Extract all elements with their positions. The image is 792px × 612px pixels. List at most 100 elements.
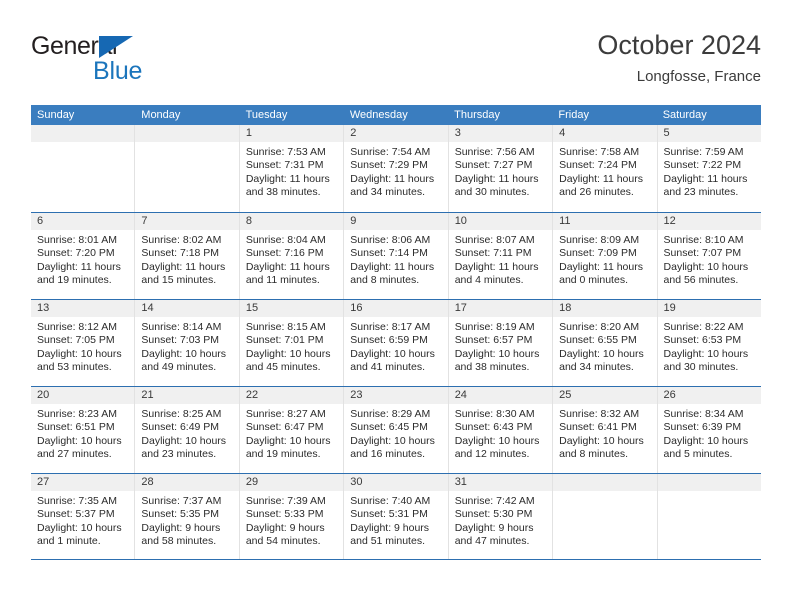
- calendar-day-cell[interactable]: 7 Sunrise: 8:02 AM Sunset: 7:18 PM Daylight…: [135, 213, 240, 299]
- sunrise-text: Sunrise: 8:06 AM: [350, 234, 431, 246]
- daylight-text: Daylight: 11 hours and 11 minutes.: [245, 260, 330, 287]
- calendar-day-cell[interactable]: 24 Sunrise: 8:30 AM Sunset: 6:43 PM Dayligh…: [448, 387, 554, 473]
- sunrise-text: Sunrise: 7:35 AM: [37, 495, 117, 507]
- sunrise-text: Sunrise: 8:04 AM: [245, 234, 326, 246]
- calendar-day-cell[interactable]: 14 Sunrise: 8:14 AM Sunset: 7:03 PM Dayligh…: [135, 300, 240, 386]
- calendar-day-cell[interactable]: 22 Sunrise: 8:27 AM Sunset: 6:47 PM Dayligh…: [239, 387, 345, 473]
- daylight-text: Daylight: 10 hours and 5 minutes.: [663, 434, 749, 461]
- sunset-text: Sunset: 6:57 PM: [454, 334, 533, 347]
- weekday-header-saturday: Saturday: [662, 109, 707, 121]
- sunrise-text: Sunrise: 8:30 AM: [454, 408, 535, 420]
- day-number: 23: [344, 387, 448, 404]
- calendar-day-cell[interactable]: 2 Sunrise: 7:54 AM Sunset: 7:29 PM Daylight…: [344, 125, 449, 212]
- sunset-text: Sunset: 5:37 PM: [37, 508, 115, 521]
- day-number: [657, 474, 761, 491]
- sunset-text: Sunset: 6:59 PM: [350, 334, 428, 347]
- sunrise-text: Sunrise: 8:02 AM: [141, 234, 222, 246]
- sunrise-text: Sunrise: 8:10 AM: [663, 234, 744, 246]
- sunset-text: Sunset: 6:55 PM: [559, 334, 637, 347]
- day-number: 16: [344, 300, 448, 317]
- calendar-day-cell[interactable]: 18 Sunrise: 8:20 AM Sunset: 6:55 PM Dayligh…: [553, 300, 658, 386]
- calendar-week-row: 1 Sunrise: 7:53 AM Sunset: 7:31 PM Daylight…: [31, 125, 761, 212]
- day-info: Sunrise: 8:25 AM Sunset: 6:49 PM Daylight:…: [135, 404, 238, 462]
- day-info: Sunrise: 7:40 AM Sunset: 5:31 PM Daylight:…: [344, 491, 447, 549]
- calendar-day-cell[interactable]: 3 Sunrise: 7:56 AM Sunset: 7:27 PM Daylight…: [448, 125, 554, 212]
- calendar-day-cell[interactable]: 20 Sunrise: 8:23 AM Sunset: 6:51 PM Dayligh…: [31, 387, 136, 473]
- calendar-day-cell[interactable]: 21 Sunrise: 8:25 AM Sunset: 6:49 PM Dayligh…: [135, 387, 240, 473]
- sunset-text: Sunset: 5:35 PM: [141, 508, 220, 521]
- daylight-text: Daylight: 10 hours and 16 minutes.: [350, 434, 435, 461]
- sunset-text: Sunset: 7:20 PM: [37, 247, 115, 260]
- day-info: Sunrise: 8:09 AM Sunset: 7:09 PM Daylight:…: [553, 230, 656, 288]
- calendar-day-cell[interactable]: 5 Sunrise: 7:59 AM Sunset: 7:22 PM Daylight…: [657, 125, 761, 212]
- calendar-day-cell[interactable]: 11 Sunrise: 8:09 AM Sunset: 7:09 PM Dayligh…: [553, 213, 658, 299]
- day-number: 2: [344, 125, 448, 142]
- calendar-day-cell[interactable]: 1 Sunrise: 7:53 AM Sunset: 7:31 PM Daylight…: [239, 125, 345, 212]
- sunset-text: Sunset: 7:03 PM: [141, 334, 220, 347]
- sunrise-text: Sunrise: 7:54 AM: [350, 146, 431, 158]
- calendar-day-cell[interactable]: 28 Sunrise: 7:37 AM Sunset: 5:35 PM Dayligh…: [135, 474, 240, 559]
- daylight-text: Daylight: 10 hours and 12 minutes.: [454, 434, 540, 461]
- daylight-text: Daylight: 10 hours and 34 minutes.: [559, 347, 644, 374]
- sunset-text: Sunset: 6:51 PM: [37, 421, 115, 434]
- title-block: October 2024 Longfosse, France: [597, 28, 761, 88]
- daylight-text: Daylight: 10 hours and 41 minutes.: [350, 347, 435, 374]
- day-number: 17: [448, 300, 553, 317]
- sunset-text: Sunset: 6:43 PM: [454, 421, 533, 434]
- page-subtitle: Longfosse, France: [636, 68, 761, 85]
- day-number: 20: [31, 387, 135, 404]
- sunrise-text: Sunrise: 8:32 AM: [559, 408, 640, 420]
- sunset-text: Sunset: 6:45 PM: [350, 421, 428, 434]
- weekday-header-sunday: Sunday: [37, 109, 75, 121]
- sunset-text: Sunset: 7:18 PM: [141, 247, 220, 260]
- day-info: Sunrise: 8:12 AM Sunset: 7:05 PM Daylight:…: [31, 317, 134, 375]
- sunrise-text: Sunrise: 8:25 AM: [141, 408, 222, 420]
- sunrise-text: Sunrise: 7:56 AM: [454, 146, 535, 158]
- day-info: Sunrise: 8:17 AM Sunset: 6:59 PM Daylight:…: [344, 317, 447, 375]
- daylight-text: Daylight: 11 hours and 8 minutes.: [350, 260, 435, 287]
- sunrise-text: Sunrise: 8:15 AM: [245, 321, 326, 333]
- calendar-day-cell[interactable]: 19 Sunrise: 8:22 AM Sunset: 6:53 PM Dayligh…: [657, 300, 761, 386]
- calendar-cell-empty: [31, 125, 136, 212]
- daylight-text: Daylight: 10 hours and 56 minutes.: [663, 260, 749, 287]
- calendar-day-cell[interactable]: 10 Sunrise: 8:07 AM Sunset: 7:11 PM Dayligh…: [448, 213, 554, 299]
- day-number: 15: [239, 300, 344, 317]
- calendar-day-cell[interactable]: 13 Sunrise: 8:12 AM Sunset: 7:05 PM Dayligh…: [31, 300, 136, 386]
- calendar-day-cell[interactable]: 8 Sunrise: 8:04 AM Sunset: 7:16 PM Daylight…: [239, 213, 345, 299]
- calendar-day-cell[interactable]: 12 Sunrise: 8:10 AM Sunset: 7:07 PM Dayligh…: [657, 213, 761, 299]
- daylight-text: Daylight: 10 hours and 19 minutes.: [245, 434, 331, 461]
- calendar-day-cell[interactable]: 31 Sunrise: 7:42 AM Sunset: 5:30 PM Dayligh…: [448, 474, 554, 559]
- calendar-day-cell[interactable]: 23 Sunrise: 8:29 AM Sunset: 6:45 PM Dayligh…: [344, 387, 449, 473]
- daylight-text: Daylight: 10 hours and 53 minutes.: [37, 347, 122, 374]
- day-info: Sunrise: 7:42 AM Sunset: 5:30 PM Daylight:…: [449, 491, 552, 549]
- calendar-day-cell[interactable]: 6 Sunrise: 8:01 AM Sunset: 7:20 PM Daylight…: [31, 213, 136, 299]
- day-info: Sunrise: 8:10 AM Sunset: 7:07 PM Daylight:…: [658, 230, 761, 288]
- calendar-day-cell[interactable]: 15 Sunrise: 8:15 AM Sunset: 7:01 PM Dayligh…: [239, 300, 345, 386]
- day-number: 18: [553, 300, 657, 317]
- calendar-day-cell[interactable]: 4 Sunrise: 7:58 AM Sunset: 7:24 PM Daylight…: [553, 125, 658, 212]
- weekday-header-monday: Monday: [141, 109, 181, 121]
- calendar-day-cell[interactable]: 27 Sunrise: 7:35 AM Sunset: 5:37 PM Dayligh…: [31, 474, 136, 559]
- daylight-text: Daylight: 10 hours and 23 minutes.: [141, 434, 227, 461]
- calendar-day-cell[interactable]: 26 Sunrise: 8:34 AM Sunset: 6:39 PM Dayligh…: [657, 387, 761, 473]
- calendar-week-row: 20 Sunrise: 8:23 AM Sunset: 6:51 PM Dayligh…: [31, 386, 761, 473]
- day-info: Sunrise: 8:19 AM Sunset: 6:57 PM Daylight:…: [449, 317, 552, 375]
- calendar-week-row: 6 Sunrise: 8:01 AM Sunset: 7:20 PM Daylight…: [31, 212, 761, 299]
- calendar-day-cell[interactable]: 17 Sunrise: 8:19 AM Sunset: 6:57 PM Dayligh…: [448, 300, 554, 386]
- sunset-text: Sunset: 5:31 PM: [350, 508, 428, 521]
- general-blue-logo[interactable]: General Blue: [31, 32, 231, 85]
- calendar-day-cell[interactable]: 30 Sunrise: 7:40 AM Sunset: 5:31 PM Dayligh…: [344, 474, 449, 559]
- daylight-text: Daylight: 10 hours and 30 minutes.: [663, 347, 749, 374]
- calendar-day-cell[interactable]: 16 Sunrise: 8:17 AM Sunset: 6:59 PM Dayligh…: [344, 300, 449, 386]
- sunrise-text: Sunrise: 8:07 AM: [454, 234, 535, 246]
- daylight-text: Daylight: 9 hours and 47 minutes.: [454, 521, 534, 548]
- daylight-text: Daylight: 11 hours and 26 minutes.: [559, 172, 643, 199]
- sunset-text: Sunset: 5:33 PM: [245, 508, 324, 521]
- calendar-day-cell[interactable]: 29 Sunrise: 7:39 AM Sunset: 5:33 PM Dayligh…: [239, 474, 345, 559]
- calendar-day-cell[interactable]: 9 Sunrise: 8:06 AM Sunset: 7:14 PM Daylight…: [344, 213, 449, 299]
- sunset-text: Sunset: 6:53 PM: [663, 334, 742, 347]
- logo-top-row: General: [31, 32, 231, 60]
- day-number: 7: [135, 213, 239, 230]
- sunrise-text: Sunrise: 7:37 AM: [141, 495, 222, 507]
- calendar-day-cell[interactable]: 25 Sunrise: 8:32 AM Sunset: 6:41 PM Dayligh…: [553, 387, 658, 473]
